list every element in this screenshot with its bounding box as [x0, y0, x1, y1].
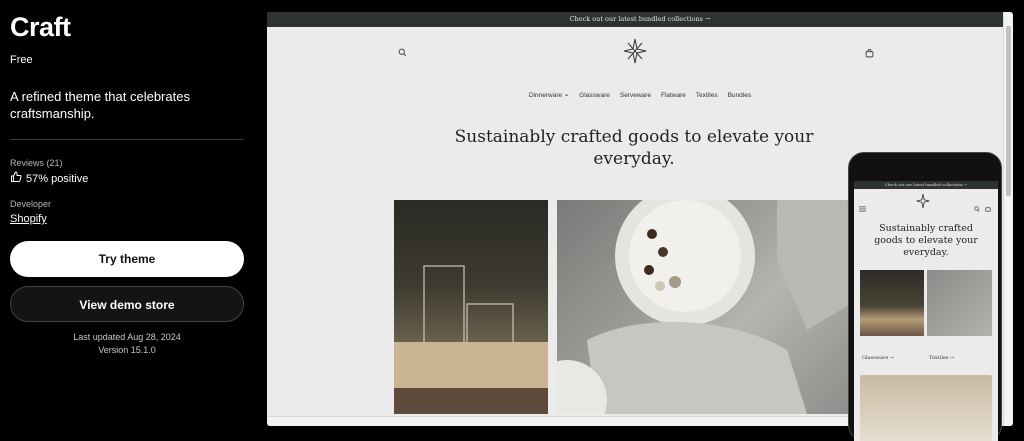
announcement-bar[interactable]: Check out our latest bundled collections… — [267, 12, 1013, 27]
logo-star-icon[interactable] — [623, 38, 647, 69]
nav-item-dinnerware[interactable]: Dinnerware — [529, 92, 569, 99]
search-icon[interactable] — [974, 199, 980, 217]
version: Version 15.1.0 — [98, 345, 156, 355]
store-header — [267, 27, 1013, 83]
search-icon[interactable] — [398, 44, 407, 62]
nav-item-flatware[interactable]: Flatware — [661, 92, 686, 99]
store-nav: Dinnerware Glassware Serveware Flatware … — [267, 92, 1013, 99]
mobile-announcement-bar[interactable]: Check out our latest bundled collections… — [854, 181, 998, 189]
mobile-preview[interactable]: Check out our latest bundled collections… — [848, 152, 1002, 441]
mobile-hero-title: Sustainably crafted goods to elevate you… — [854, 223, 998, 259]
last-updated: Last updated Aug 28, 2024 — [73, 332, 181, 342]
cart-icon[interactable] — [865, 45, 874, 63]
try-theme-button[interactable]: Try theme — [10, 241, 244, 277]
scroll-thumb[interactable] — [1006, 26, 1011, 196]
nav-item-serveware[interactable]: Serveware — [620, 92, 651, 99]
theme-tagline: A refined theme that celebrates craftsma… — [10, 89, 190, 121]
glassware-image[interactable] — [394, 200, 548, 414]
nav-item-bundles[interactable]: Bundles — [728, 92, 752, 99]
mobile-plate-card[interactable] — [860, 375, 992, 441]
theme-info-panel: Craft Free A refined theme that celebrat… — [10, 12, 244, 357]
cart-icon[interactable] — [985, 199, 991, 217]
mobile-card1-label[interactable]: Glassware → — [862, 355, 894, 361]
menu-icon[interactable] — [859, 199, 866, 217]
reviews-positive: 57% positive — [26, 172, 89, 185]
logo-star-icon[interactable] — [916, 193, 930, 214]
mobile-screen: Check out our latest bundled collections… — [854, 181, 998, 441]
serveware-image[interactable] — [527, 186, 857, 426]
mobile-glassware-card[interactable] — [860, 270, 924, 336]
theme-title: Craft — [10, 12, 71, 42]
mobile-textiles-card[interactable] — [927, 270, 992, 336]
reviews-label[interactable]: Reviews (21) — [10, 158, 244, 168]
nav-label: Dinnerware — [528, 92, 563, 99]
nav-item-textiles[interactable]: Textiles — [696, 92, 718, 99]
update-info: Last updated Aug 28, 2024 Version 15.1.0 — [10, 331, 244, 357]
developer-link[interactable]: Shopify — [10, 213, 47, 225]
chevron-down-icon — [564, 94, 569, 97]
thumbs-up-icon — [10, 171, 22, 186]
reviews-summary: 57% positive — [10, 171, 244, 186]
nav-item-glassware[interactable]: Glassware — [579, 92, 610, 99]
vertical-scrollbar[interactable] — [1003, 12, 1013, 426]
mobile-header — [854, 189, 998, 219]
mobile-card2-label[interactable]: Textiles → — [929, 355, 954, 361]
theme-price: Free — [10, 54, 33, 66]
developer-label: Developer — [10, 199, 52, 209]
view-demo-store-button[interactable]: View demo store — [10, 286, 244, 322]
divider — [10, 139, 244, 140]
hero-title-text: Sustainably crafted goods to elevate you… — [454, 127, 814, 169]
mobile-hero-title-text: Sustainably crafted goods to elevate you… — [874, 223, 978, 258]
